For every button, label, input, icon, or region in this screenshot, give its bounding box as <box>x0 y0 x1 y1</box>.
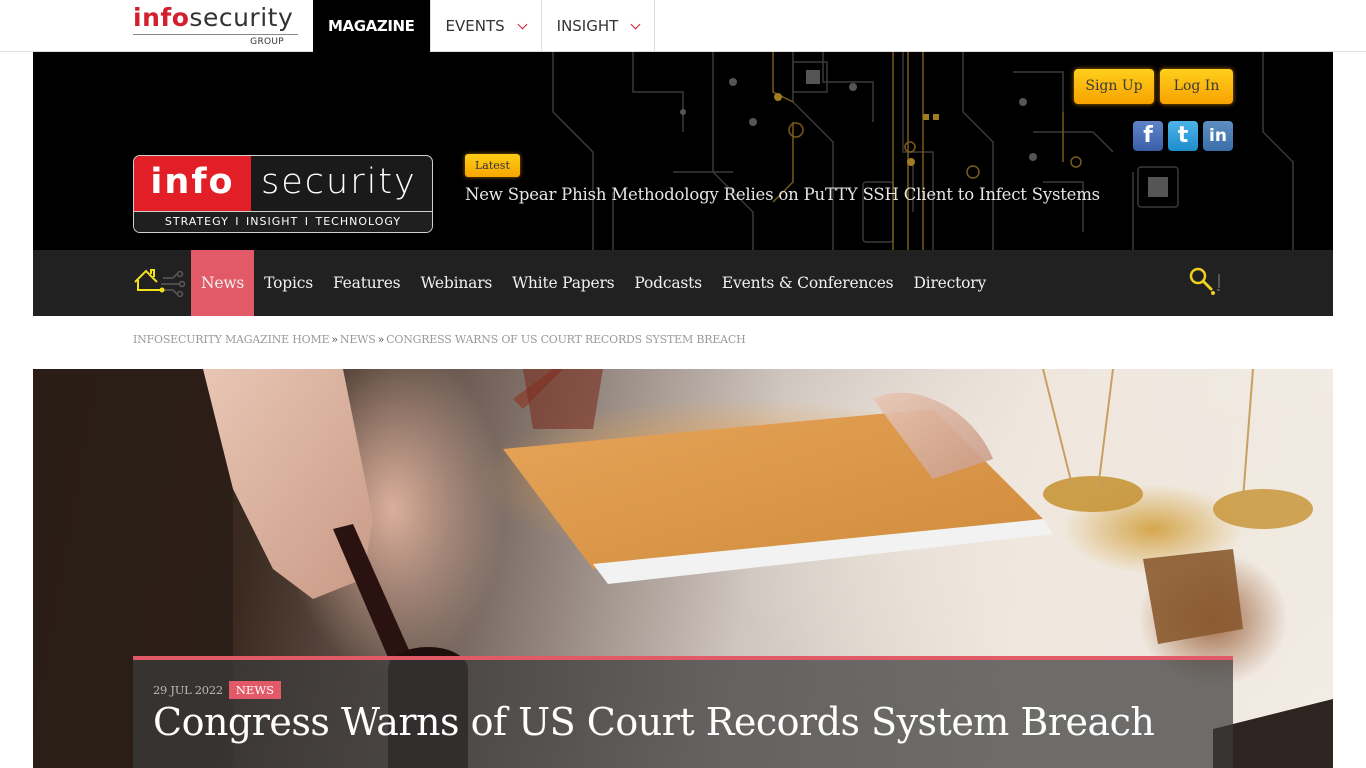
facebook-icon[interactable]: f <box>1133 121 1163 151</box>
main-nav-items: News Topics Features Webinars White Pape… <box>191 250 996 316</box>
group-nav-insight[interactable]: INSIGHT <box>542 0 656 52</box>
article-header: 29 JUL 2022 NEWS Congress Warns of US Co… <box>133 656 1233 768</box>
infosecurity-group-logo[interactable]: infosecurity GROUP <box>133 4 301 48</box>
group-logo-wordmark: infosecurity <box>133 4 301 32</box>
logo-regular: security <box>261 162 417 202</box>
latest-badge: Latest <box>465 154 520 177</box>
breadcrumb-separator: » <box>377 333 385 346</box>
home-icon[interactable] <box>133 266 187 300</box>
nav-item-news[interactable]: News <box>191 250 255 316</box>
group-logo-bold: info <box>133 3 190 32</box>
search-icon[interactable] <box>1185 264 1229 300</box>
chevron-down-icon <box>630 19 641 30</box>
chevron-down-icon <box>517 19 528 30</box>
article-date: 29 JUL 2022 <box>153 683 223 697</box>
nav-item-podcasts[interactable]: Podcasts <box>624 250 712 316</box>
twitter-icon[interactable]: t <box>1168 121 1198 151</box>
article-title: Congress Warns of US Court Records Syste… <box>153 700 1155 744</box>
group-nav-label: MAGAZINE <box>328 17 415 35</box>
nav-item-white-papers[interactable]: White Papers <box>502 250 624 316</box>
group-nav-events[interactable]: EVENTS <box>431 0 542 52</box>
breadcrumb-separator: » <box>331 333 338 346</box>
header-banner: info security STRATEGY I INSIGHT I TECHN… <box>33 52 1333 250</box>
group-logo-rule <box>133 34 298 35</box>
nav-item-webinars[interactable]: Webinars <box>410 250 502 316</box>
article-category-tag[interactable]: NEWS <box>228 681 282 699</box>
logo-bold: info <box>134 156 251 211</box>
group-nav-label: EVENTS <box>445 17 505 35</box>
breadcrumb: INFOSECURITY MAGAZINE HOME» NEWS» CONGRESS… <box>133 333 746 346</box>
nav-item-topics[interactable]: Topics <box>254 250 323 316</box>
latest-headline-link[interactable]: New Spear Phish Methodology Relies on Pu… <box>465 185 1100 204</box>
linkedin-icon[interactable]: in <box>1203 121 1233 151</box>
breadcrumb-home[interactable]: INFOSECURITY MAGAZINE HOME <box>133 333 330 346</box>
nav-item-events-conferences[interactable]: Events & Conferences <box>712 250 904 316</box>
article-hero-image: 29 JUL 2022 NEWS Congress Warns of US Co… <box>33 369 1333 768</box>
nav-item-features[interactable]: Features <box>323 250 410 316</box>
group-logo-sub: GROUP <box>250 37 284 47</box>
logo-top: info security <box>134 156 432 211</box>
logo-tagline: STRATEGY I INSIGHT I TECHNOLOGY <box>134 211 432 232</box>
sign-up-button[interactable]: Sign Up <box>1074 69 1154 104</box>
log-in-button[interactable]: Log In <box>1160 69 1233 104</box>
article-meta: 29 JUL 2022 NEWS <box>153 681 282 699</box>
group-nav-magazine[interactable]: MAGAZINE <box>313 0 431 52</box>
nav-item-directory[interactable]: Directory <box>903 250 996 316</box>
breadcrumb-news[interactable]: NEWS <box>340 333 376 346</box>
group-nav-label: INSIGHT <box>556 17 619 35</box>
group-nav: MAGAZINE EVENTS INSIGHT <box>313 0 656 52</box>
group-top-bar: infosecurity GROUP MAGAZINE EVENTS INSIG… <box>0 0 1366 52</box>
group-logo-regular: security <box>189 3 294 32</box>
main-nav: News Topics Features Webinars White Pape… <box>33 250 1333 316</box>
breadcrumb-current: CONGRESS WARNS OF US COURT RECORDS SYSTE… <box>386 333 746 346</box>
infosecurity-magazine-logo[interactable]: info security STRATEGY I INSIGHT I TECHN… <box>133 155 433 233</box>
